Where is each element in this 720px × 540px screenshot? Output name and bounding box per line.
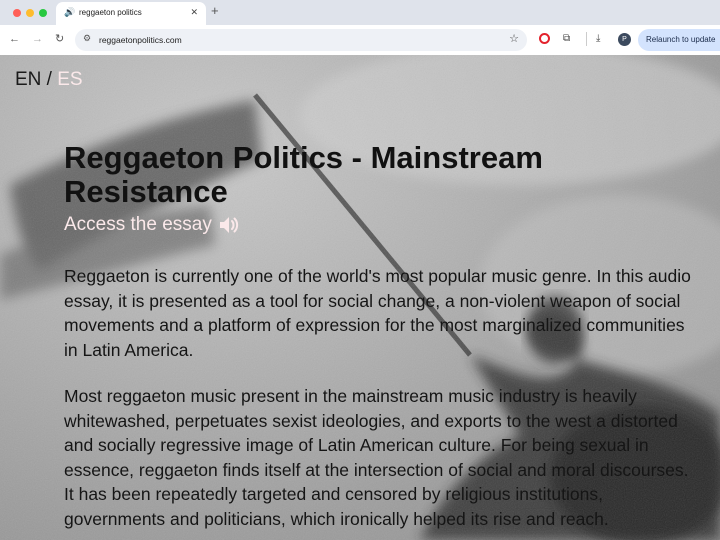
essay-paragraph: Reggaeton is currently one of the world'… [64,266,691,360]
access-essay-link[interactable]: Access the essay [64,214,240,236]
address-bar[interactable]: ⚙ reggaetonpolitics.com ☆ [75,29,527,51]
profile-avatar[interactable]: P [618,33,631,46]
essay-paragraph: Most reggaeton music present in the main… [64,386,689,529]
back-icon[interactable]: ← [9,32,20,46]
relaunch-button[interactable]: Relaunch to update [638,29,720,51]
lang-separator: / [41,69,58,90]
lang-en-link[interactable]: EN [15,69,41,90]
url-text: reggaetonpolitics.com [99,35,182,45]
bookmark-star-icon[interactable]: ☆ [509,32,519,45]
language-switcher: EN / ES [15,69,83,91]
page-title: Reggaeton Politics - Mainstream Resistan… [64,140,543,209]
extensions-icon[interactable]: ⧉ [563,32,570,46]
tab-strip: 🔊 reggaeton politics ✕ + [0,0,720,25]
close-tab-icon[interactable]: ✕ [190,7,198,18]
site-settings-icon[interactable]: ⚙ [83,33,91,44]
new-tab-button[interactable]: + [211,3,219,18]
maximize-window-button[interactable] [39,9,47,17]
forward-icon[interactable]: → [32,32,43,46]
page-content: EN / ES Reggaeton Politics - Mainstream … [0,55,720,540]
browser-toolbar: ← → ↻ ⚙ reggaetonpolitics.com ☆ ⧉ ⤓ [0,25,720,55]
toolbar-divider [586,32,587,46]
speaker-icon [219,217,238,233]
minimize-window-button[interactable] [26,9,34,17]
browser-tab[interactable]: 🔊 reggaeton politics ✕ [56,2,206,25]
access-essay-label: Access the essay [64,214,212,235]
speaker-favicon-icon: 🔊 [64,7,76,17]
lang-es-link[interactable]: ES [57,69,82,90]
tab-title: reggaeton politics [79,8,142,17]
close-window-button[interactable] [13,9,21,17]
reload-icon[interactable]: ↻ [55,32,64,46]
download-icon[interactable]: ⤓ [596,32,600,46]
opera-extension-icon[interactable] [539,33,550,44]
